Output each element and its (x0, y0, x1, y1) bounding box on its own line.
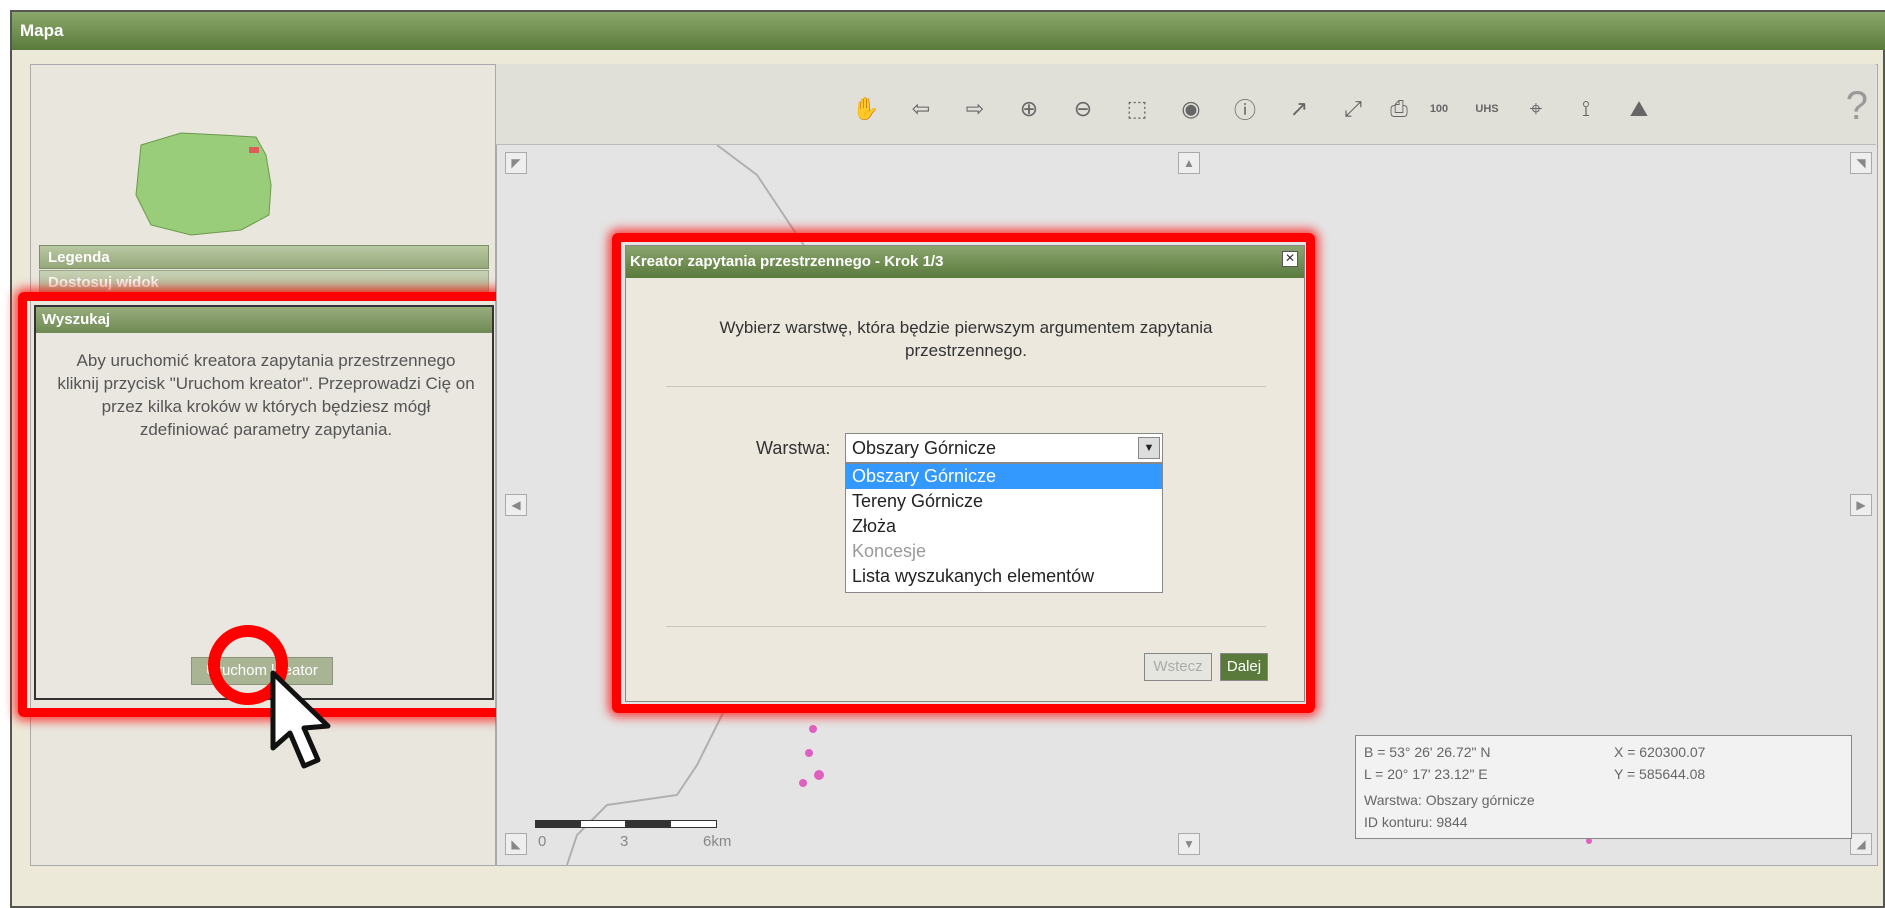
scale-label-0: 0 (538, 833, 547, 850)
coord-b: B = 53° 26' 26.72" N (1364, 744, 1491, 760)
nav-north-icon[interactable]: ▲ (1178, 152, 1200, 174)
nav-northwest-icon[interactable]: ◤ (505, 152, 527, 174)
zoom-box-icon[interactable]: ⬚ (1122, 94, 1152, 124)
info-icon[interactable]: ⓘ (1230, 94, 1260, 124)
nav-southwest-icon[interactable]: ◣ (505, 833, 527, 855)
map-toolbar: ✋ ⇦ ⇨ ⊕ ⊖ ⬚ ◉ ⓘ ↗ ⤢ ⎙ 100 UHS ⌖ ⟟ ⛰ ? (496, 64, 1876, 145)
coord-l: L = 20° 17' 23.12" E (1364, 766, 1488, 782)
highlight-dialog (612, 233, 1315, 713)
coord-contour-id: ID konturu: 9844 (1364, 814, 1468, 830)
measure-icon[interactable]: ↗ (1284, 94, 1314, 124)
print-icon[interactable]: ⎙ (1384, 94, 1414, 124)
accordion-legenda[interactable]: Legenda (39, 245, 489, 269)
window-title: Mapa (12, 12, 1885, 50)
nav-northeast-icon[interactable]: ◥ (1850, 152, 1872, 174)
help-icon[interactable]: ? (1846, 84, 1868, 129)
nav-south-icon[interactable]: ▼ (1178, 833, 1200, 855)
zoom-in-icon[interactable]: ⊕ (1014, 94, 1044, 124)
coord-layer: Warstwa: Obszary górnicze (1364, 792, 1535, 808)
pan-icon[interactable]: ✋ (851, 94, 881, 124)
coord-y: Y = 585644.08 (1614, 766, 1706, 782)
accordion-legenda-label: Legenda (48, 249, 110, 266)
forward-icon[interactable]: ⇨ (960, 94, 990, 124)
scale-100-icon[interactable]: 100 (1424, 94, 1454, 124)
scale-label-6km: 6km (703, 833, 732, 850)
zoom-extent-icon[interactable]: ◉ (1176, 94, 1206, 124)
nav-southeast-icon[interactable]: ◢ (1850, 833, 1872, 855)
coordinates-panel: B = 53° 26' 26.72" N L = 20° 17' 23.12" … (1355, 735, 1852, 839)
back-icon[interactable]: ⇦ (906, 94, 936, 124)
scale-label-3: 3 (620, 833, 629, 850)
measure-area-icon[interactable]: ⤢ (1338, 94, 1368, 124)
zoom-out-icon[interactable]: ⊖ (1068, 94, 1098, 124)
coord-icon[interactable]: ⌖ (1521, 94, 1551, 124)
accordion-dostosuj-label: Dostosuj widok (48, 274, 159, 291)
nav-west-icon[interactable]: ◀ (505, 494, 527, 516)
mouse-cursor-icon (270, 670, 331, 769)
uhs-icon[interactable]: UHS (1472, 94, 1502, 124)
polyline-icon[interactable]: ⟟ (1571, 94, 1601, 124)
scale-bar (535, 820, 717, 830)
overview-minimap[interactable] (121, 125, 281, 240)
coord-x: X = 620300.07 (1614, 744, 1706, 760)
accordion-dostosuj-widok[interactable]: Dostosuj widok (39, 270, 489, 294)
nav-east-icon[interactable]: ▶ (1850, 494, 1872, 516)
layers-icon[interactable]: ⛰ (1624, 94, 1654, 124)
